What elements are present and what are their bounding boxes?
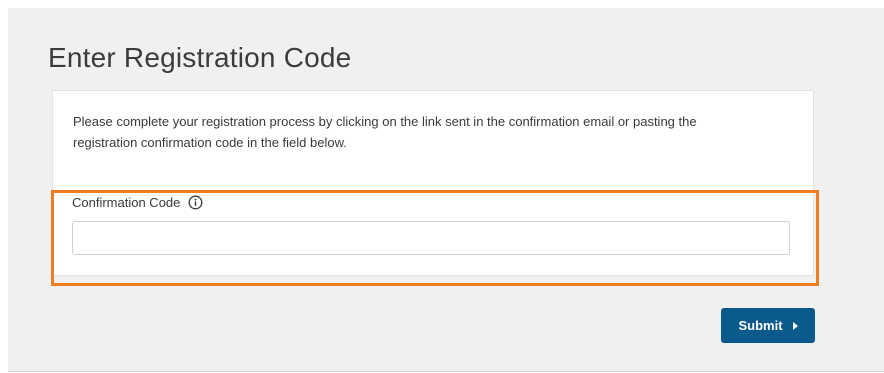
page-title: Enter Registration Code: [48, 42, 352, 73]
info-circle-icon[interactable]: [188, 195, 203, 210]
instructions-text: Please complete your registration proces…: [73, 114, 697, 150]
submit-button[interactable]: Submit: [721, 308, 815, 343]
registration-panel: Enter Registration Code Please complete …: [8, 8, 884, 372]
submit-button-label: Submit: [738, 318, 783, 333]
confirmation-code-label: Confirmation Code: [72, 195, 181, 210]
confirmation-code-input[interactable]: [72, 221, 790, 255]
caret-right-icon: [792, 321, 798, 330]
confirmation-code-label-row: Confirmation Code: [72, 195, 203, 210]
